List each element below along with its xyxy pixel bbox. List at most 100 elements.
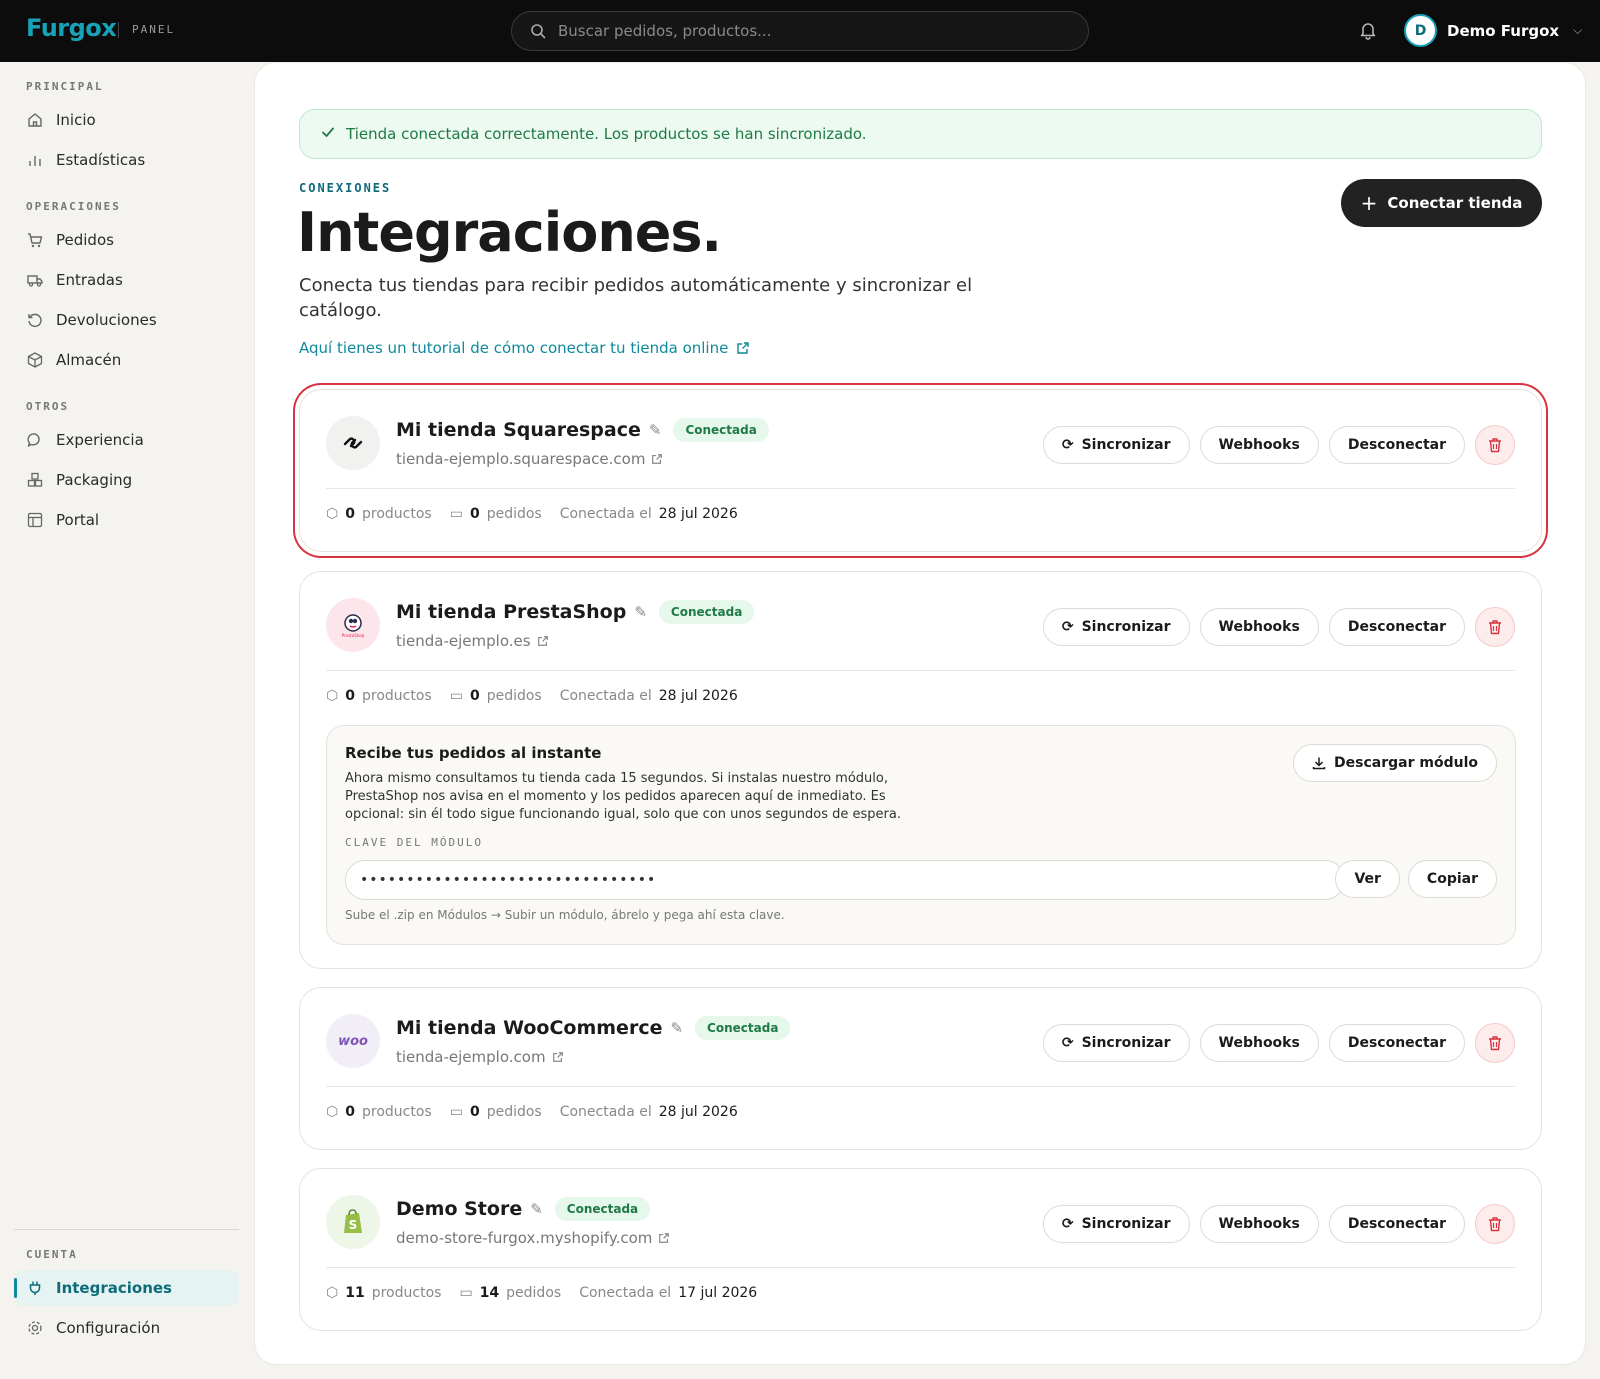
- card-divider: [326, 488, 1515, 489]
- connected-label: Conectada el: [579, 1285, 672, 1301]
- disconnect-button[interactable]: Desconectar: [1328, 1205, 1465, 1243]
- section-label-otros: OTROS: [26, 400, 70, 413]
- section-label-operaciones: OPERACIONES: [26, 200, 121, 213]
- webhooks-button[interactable]: Webhooks: [1199, 1024, 1319, 1062]
- webhooks-button[interactable]: Webhooks: [1199, 1205, 1319, 1243]
- status-badge: Conectada: [658, 600, 755, 624]
- delete-button[interactable]: [1475, 1023, 1515, 1063]
- sidebar-item-entradas[interactable]: Entradas: [14, 262, 239, 298]
- refresh-icon: ⟳: [1061, 1035, 1074, 1051]
- box-icon: ⬡: [326, 688, 339, 704]
- store-name: Mi tienda PrestaShop: [396, 601, 627, 623]
- store-url-link[interactable]: demo-store-furgox.myshopify.com: [396, 1229, 670, 1247]
- edit-pencil-icon[interactable]: ✎: [634, 603, 647, 621]
- store-name: Mi tienda Squarespace: [396, 419, 641, 441]
- search-bar[interactable]: [511, 11, 1089, 51]
- tutorial-link-text: Aquí tienes un tutorial de cómo conectar…: [299, 339, 729, 357]
- store-title: Demo Store ✎ Conectada: [396, 1197, 651, 1221]
- box-icon: ⬡: [326, 1104, 339, 1120]
- bag-icon: ▭: [449, 688, 463, 704]
- products-label: productos: [371, 1285, 442, 1301]
- delete-button[interactable]: [1475, 607, 1515, 647]
- connected-date-value: 28 jul 2026: [658, 506, 738, 522]
- sidebar-item-experiencia[interactable]: Experiencia: [14, 422, 239, 458]
- sidebar-item-portal[interactable]: Portal: [14, 502, 239, 538]
- sync-button[interactable]: ⟳ Sincronizar: [1042, 1205, 1190, 1243]
- bell-icon[interactable]: [1358, 20, 1380, 42]
- woocommerce-logo-icon: woo: [326, 1014, 380, 1068]
- store-url: demo-store-furgox.myshopify.com: [396, 1229, 653, 1247]
- card-divider: [326, 1086, 1515, 1087]
- sidebar-item-label: Configuración: [56, 1319, 161, 1337]
- store-stats: ⬡ 0 productos ▭ 0 pedidos Conectada el 28 jul…: [326, 688, 756, 704]
- delete-button[interactable]: [1475, 1204, 1515, 1244]
- cart-icon: [26, 231, 44, 249]
- orders-count: 14: [479, 1285, 500, 1301]
- delete-button[interactable]: [1475, 425, 1515, 465]
- webhooks-button[interactable]: Webhooks: [1199, 426, 1319, 464]
- disconnect-button[interactable]: Desconectar: [1328, 426, 1465, 464]
- connected-date-value: 17 jul 2026: [678, 1285, 758, 1301]
- search-input[interactable]: [558, 22, 1038, 40]
- module-key-label: CLAVE DEL MÓDULO: [345, 836, 483, 849]
- sync-button[interactable]: ⟳ Sincronizar: [1042, 426, 1190, 464]
- orders-count: 0: [469, 1104, 480, 1120]
- products-stat: ⬡ 0 productos: [326, 688, 432, 704]
- products-stat: ⬡ 0 productos: [326, 506, 432, 522]
- module-title: Recibe tus pedidos al instante: [345, 744, 602, 762]
- sidebar-item-integraciones[interactable]: Integraciones: [14, 1270, 239, 1306]
- sidebar-item-configuracion[interactable]: Configuración: [14, 1310, 239, 1346]
- sync-button[interactable]: ⟳ Sincronizar: [1042, 1024, 1190, 1062]
- tutorial-link[interactable]: Aquí tienes un tutorial de cómo conectar…: [299, 339, 750, 357]
- sync-label: Sincronizar: [1081, 1216, 1171, 1232]
- connected-date: Conectada el 28 jul 2026: [560, 1104, 738, 1120]
- refresh-icon: ⟳: [1061, 1216, 1074, 1232]
- sync-label: Sincronizar: [1081, 1035, 1171, 1051]
- store-title: Mi tienda Squarespace ✎ Conectada: [396, 418, 769, 442]
- connected-date: Conectada el 17 jul 2026: [579, 1285, 757, 1301]
- store-url-link[interactable]: tienda-ejemplo.es: [396, 632, 549, 650]
- disconnect-button[interactable]: Desconectar: [1328, 608, 1465, 646]
- section-label-cuenta: CUENTA: [26, 1248, 78, 1261]
- download-icon: [1312, 757, 1326, 770]
- sidebar-item-label: Entradas: [56, 271, 123, 289]
- sidebar-item-estadisticas[interactable]: Estadísticas: [14, 142, 239, 178]
- sync-button[interactable]: ⟳ Sincronizar: [1042, 608, 1190, 646]
- brand-logo[interactable]: Furgox: [26, 14, 117, 42]
- copy-key-button[interactable]: Copiar: [1407, 860, 1497, 898]
- disconnect-label: Desconectar: [1347, 1035, 1446, 1051]
- webhooks-button[interactable]: Webhooks: [1199, 608, 1319, 646]
- plus-icon: +: [1360, 191, 1378, 215]
- products-count: 11: [345, 1285, 365, 1301]
- sidebar-item-devoluciones[interactable]: Devoluciones: [14, 302, 239, 338]
- woocommerce-logo-text: woo: [338, 1033, 368, 1049]
- connected-date: Conectada el 28 jul 2026: [560, 688, 738, 704]
- external-link-icon: [537, 636, 548, 646]
- connected-label: Conectada el: [559, 506, 652, 522]
- sidebar-item-inicio[interactable]: Inicio: [14, 102, 239, 138]
- webhooks-label: Webhooks: [1218, 437, 1300, 453]
- store-actions: ⟳ Sincronizar Webhooks Desconectar: [1042, 607, 1515, 647]
- edit-pencil-icon[interactable]: ✎: [649, 421, 662, 439]
- user-menu[interactable]: D Demo Furgox ⌵: [1404, 14, 1582, 47]
- edit-pencil-icon[interactable]: ✎: [530, 1200, 543, 1218]
- orders-count: 0: [469, 688, 480, 704]
- trash-icon: [1489, 1217, 1501, 1232]
- boxes-icon: [26, 471, 44, 489]
- chevron-down-icon: ⌵: [1573, 23, 1583, 37]
- edit-pencil-icon[interactable]: ✎: [670, 1019, 683, 1037]
- store-url-link[interactable]: tienda-ejemplo.com: [396, 1048, 564, 1066]
- products-count: 0: [345, 688, 355, 704]
- sidebar-item-packaging[interactable]: Packaging: [14, 462, 239, 498]
- external-link-icon: [652, 454, 663, 464]
- sidebar-item-almacen[interactable]: Almacén: [14, 342, 239, 378]
- disconnect-button[interactable]: Desconectar: [1328, 1024, 1465, 1062]
- box-icon: [26, 351, 44, 369]
- sidebar-item-pedidos[interactable]: Pedidos: [14, 222, 239, 258]
- connect-store-button[interactable]: + Conectar tienda: [1341, 179, 1542, 227]
- view-key-button[interactable]: Ver: [1335, 860, 1400, 898]
- download-module-button[interactable]: Descargar módulo: [1293, 744, 1497, 782]
- bar-chart-icon: [26, 151, 44, 169]
- module-key-field[interactable]: ••••••••••••••••••••••••••••••••: [345, 860, 1345, 900]
- store-url-link[interactable]: tienda-ejemplo.squarespace.com: [396, 450, 663, 468]
